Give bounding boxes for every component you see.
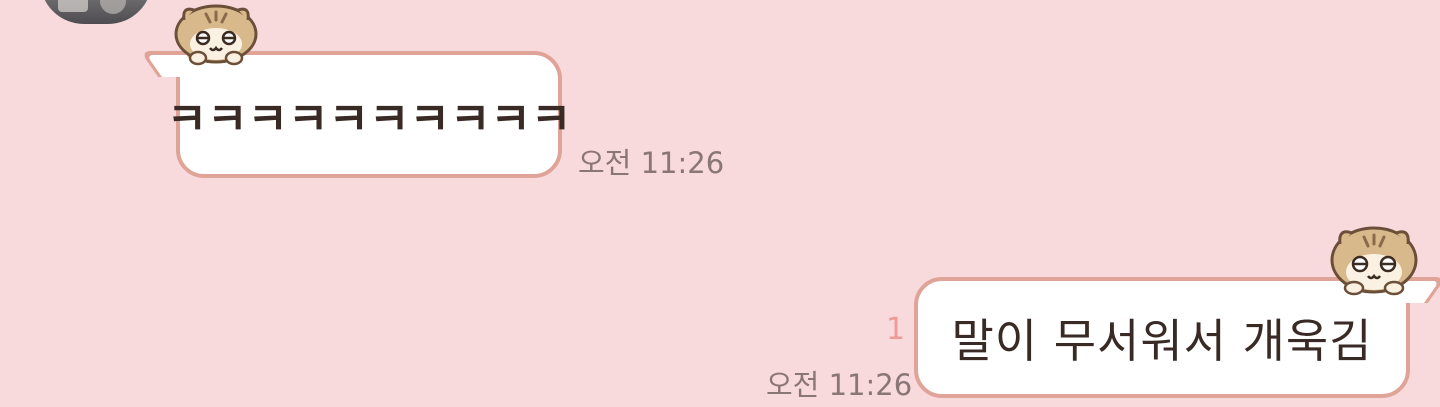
incoming-message-bubble[interactable]: ㅋㅋㅋㅋㅋㅋㅋㅋㅋㅋ [139,51,571,178]
unread-count: 1 [886,312,906,347]
incoming-message-text: ㅋㅋㅋㅋㅋㅋㅋㅋㅋㅋ [166,93,572,145]
outgoing-message-time: 오전 11:26 [766,368,913,402]
sender-avatar[interactable] [40,0,152,24]
hamster-icon [174,4,258,66]
hamster-icon [1330,226,1418,296]
chat-room: ㅋㅋㅋㅋㅋㅋㅋㅋㅋㅋ 오전 11:26 1 오전 11:26 말이 무서워서 개… [0,0,1440,407]
outgoing-message-text: 말이 무서워서 개욱김 [951,313,1373,368]
incoming-message-time: 오전 11:26 [578,146,725,180]
